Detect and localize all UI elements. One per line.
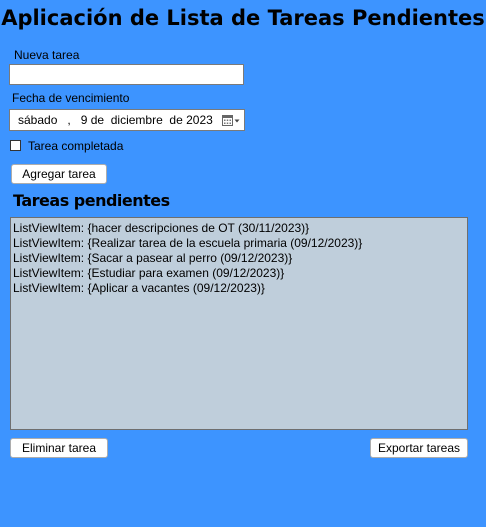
new-task-label: Nueva tarea [14, 48, 80, 62]
add-task-button[interactable]: Agregar tarea [11, 164, 107, 184]
task-completed-checkbox[interactable] [10, 140, 21, 151]
due-date-label: Fecha de vencimiento [12, 91, 130, 105]
list-item[interactable]: ListViewItem: {Sacar a pasear al perro (… [13, 251, 467, 266]
list-item[interactable]: ListViewItem: {hacer descripciones de OT… [13, 221, 467, 236]
calendar-dropdown-button[interactable] [222, 113, 240, 127]
pending-tasks-list[interactable]: ListViewItem: {hacer descripciones de OT… [10, 217, 468, 430]
pending-tasks-title: Tareas pendientes [13, 191, 170, 210]
new-task-input[interactable] [9, 64, 244, 85]
due-date-picker[interactable]: sábado , 9 de diciembre de 2023 [9, 109, 245, 131]
due-date-value[interactable]: sábado , 9 de diciembre de 2023 [18, 113, 213, 127]
list-item[interactable]: ListViewItem: {Estudiar para examen (09/… [13, 266, 467, 281]
calendar-icon [222, 115, 240, 126]
export-tasks-button[interactable]: Exportar tareas [370, 438, 468, 458]
delete-task-button[interactable]: Eliminar tarea [10, 438, 108, 458]
task-completed-label[interactable]: Tarea completada [28, 139, 123, 153]
app-title: Aplicación de Lista de Tareas Pendientes [1, 6, 485, 30]
list-item[interactable]: ListViewItem: {Aplicar a vacantes (09/12… [13, 281, 467, 296]
list-item[interactable]: ListViewItem: {Realizar tarea de la escu… [13, 236, 467, 251]
chevron-down-icon [234, 119, 240, 123]
